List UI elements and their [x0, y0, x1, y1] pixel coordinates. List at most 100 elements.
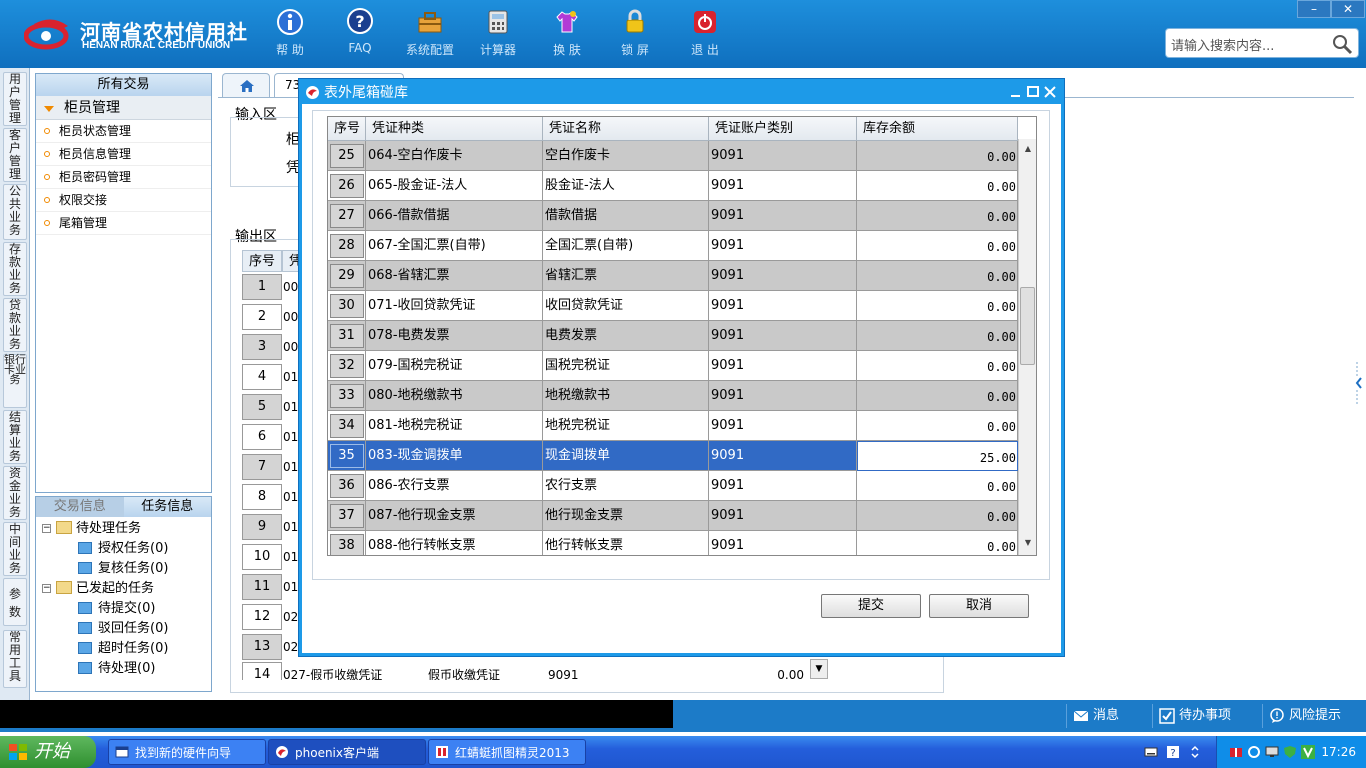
cell-balance[interactable]: 0.00 [857, 381, 1018, 411]
tree-node-auth-tasks[interactable]: 授权任务(0) [78, 539, 168, 559]
help-icon[interactable]: ? [1166, 745, 1180, 759]
cell-balance[interactable]: 0.00 [857, 231, 1018, 261]
table-row[interactable]: 10 [242, 544, 282, 570]
vertical-scrollbar[interactable]: ▲ ▼ [1018, 139, 1036, 555]
menu-item-teller-status[interactable]: 柜员状态管理 [36, 120, 211, 143]
cell-balance[interactable]: 0.00 [857, 261, 1018, 291]
table-row[interactable]: 2 [242, 304, 282, 330]
table-row[interactable]: 28 067-全国汇票(自带) 全国汇票(自带) 9091 0.00 [328, 231, 1018, 261]
tree-node-rejected[interactable]: 驳回任务(0) [78, 619, 168, 639]
table-row[interactable]: 9 [242, 514, 282, 540]
rail-item-common-tools[interactable]: 常用工具 [3, 630, 27, 688]
cell-balance[interactable]: 25.00 [857, 441, 1018, 471]
rail-item-settlement[interactable]: 结算业务 [3, 410, 27, 464]
table-row[interactable]: 26 065-股金证-法人 股金证-法人 9091 0.00 [328, 171, 1018, 201]
search-input[interactable]: 请输入搜索内容... [1165, 28, 1359, 58]
risk-alert-button[interactable]: 风险提示 [1262, 704, 1358, 728]
table-row[interactable]: 32 079-国税完税证 国税完税证 9091 0.00 [328, 351, 1018, 381]
tree-node-initiated[interactable]: − 已发起的任务 [40, 579, 154, 599]
faq-button[interactable]: ? FAQ [328, 8, 392, 60]
menu-group-teller-mgmt[interactable]: 柜员管理 [36, 96, 211, 120]
submit-button[interactable]: 提交 [821, 594, 921, 618]
table-row[interactable]: 27 066-借款借据 借款借据 9091 0.00 [328, 201, 1018, 231]
cell-balance[interactable]: 0.00 [857, 201, 1018, 231]
column-header-voucher-name[interactable]: 凭证名称 [543, 117, 709, 141]
menu-item-permission-handover[interactable]: 权限交接 [36, 189, 211, 212]
minimize-button[interactable]: – [1297, 0, 1331, 18]
table-row[interactable]: 37 087-他行现金支票 他行现金支票 9091 0.00 [328, 501, 1018, 531]
cancel-button[interactable]: 取消 [929, 594, 1029, 618]
rail-item-public-business[interactable]: 公共业务 [3, 184, 27, 240]
menu-item-teller-password[interactable]: 柜员密码管理 [36, 166, 211, 189]
collapse-panel-icon[interactable] [1355, 362, 1363, 404]
table-row[interactable]: 33 080-地税缴款书 地税缴款书 9091 0.00 [328, 381, 1018, 411]
rail-item-intermediary[interactable]: 中间业务 [3, 522, 27, 576]
cell-balance[interactable]: 0.00 [857, 351, 1018, 381]
start-button[interactable]: 开始 [0, 736, 96, 768]
table-row[interactable]: 13 [242, 634, 282, 660]
table-row[interactable]: 1 [242, 274, 282, 300]
column-header-balance[interactable]: 库存余额 [857, 117, 1018, 141]
menu-item-teller-info[interactable]: 柜员信息管理 [36, 143, 211, 166]
table-row[interactable]: 7 [242, 454, 282, 480]
table-row[interactable]: 3 [242, 334, 282, 360]
tab-home[interactable] [222, 73, 270, 97]
table-row[interactable]: 4 [242, 364, 282, 390]
table-row[interactable]: 38 088-他行转帐支票 他行转帐支票 9091 0.00 [328, 531, 1018, 555]
shield-icon[interactable] [1283, 745, 1297, 759]
table-row[interactable]: 30 071-收回贷款凭证 收回贷款凭证 9091 0.00 [328, 291, 1018, 321]
rail-item-funds[interactable]: 资金业务 [3, 466, 27, 520]
chevron-icon[interactable] [1188, 745, 1202, 759]
table-row[interactable]: 12 [242, 604, 282, 630]
cell-balance[interactable]: 0.00 [857, 531, 1018, 555]
tree-node-to-process[interactable]: 待处理(0) [78, 659, 155, 679]
tree-node-timeout[interactable]: 超时任务(0) [78, 639, 168, 659]
tree-node-to-submit[interactable]: 待提交(0) [78, 599, 155, 619]
keyboard-icon[interactable] [1144, 745, 1158, 759]
cell-balance[interactable]: 0.00 [857, 141, 1018, 171]
calculator-button[interactable]: 计算器 [466, 8, 530, 60]
close-button[interactable]: ✕ [1331, 0, 1365, 18]
system-config-button[interactable]: 系统配置 [398, 8, 462, 60]
network-icon[interactable] [1229, 745, 1243, 759]
messages-button[interactable]: 消息 [1066, 704, 1150, 728]
cell-balance[interactable]: 0.00 [857, 411, 1018, 441]
clock[interactable]: 17:26 [1321, 736, 1356, 768]
rail-item-user-mgmt[interactable]: 用户管理 [3, 72, 27, 126]
rail-item-loan[interactable]: 贷款业务 [3, 298, 27, 352]
table-row[interactable]: 31 078-电费发票 电费发票 9091 0.00 [328, 321, 1018, 351]
scroll-thumb[interactable] [1020, 287, 1035, 365]
tree-node-pending[interactable]: − 待处理任务 [40, 519, 141, 539]
scroll-down-icon[interactable]: ▼ [1020, 535, 1036, 551]
v-app-icon[interactable] [1301, 745, 1315, 759]
todo-button[interactable]: 待办事项 [1152, 704, 1252, 728]
collapse-icon[interactable]: − [42, 584, 51, 593]
table-row[interactable]: 34 081-地税完税证 地税完税证 9091 0.00 [328, 411, 1018, 441]
collapse-icon[interactable]: − [42, 524, 51, 533]
help-button[interactable]: 帮 助 [258, 8, 322, 60]
tab-task-info[interactable]: 任务信息 [123, 497, 211, 517]
taskbar-item-phoenix-client[interactable]: phoenix客户端 [268, 739, 426, 765]
table-row[interactable]: 25 064-空白作废卡 空白作废卡 9091 0.00 [328, 141, 1018, 171]
rail-item-bank-card[interactable]: 银行卡业务 [3, 354, 27, 408]
rail-item-deposit[interactable]: 存款业务 [3, 242, 27, 296]
rail-item-parameters[interactable]: 参数 [3, 578, 27, 626]
close-icon[interactable] [1042, 84, 1058, 100]
monitor-icon[interactable] [1265, 745, 1279, 759]
table-row[interactable]: 11 [242, 574, 282, 600]
column-header-voucher-type[interactable]: 凭证种类 [366, 117, 543, 141]
minimize-icon[interactable] [1008, 84, 1024, 100]
table-row[interactable]: 5 [242, 394, 282, 420]
tab-transaction-info[interactable]: 交易信息 [36, 497, 124, 517]
rail-item-customer-mgmt[interactable]: 客户管理 [3, 128, 27, 182]
cell-balance[interactable]: 0.00 [857, 321, 1018, 351]
table-row[interactable]: 29 068-省辖汇票 省辖汇票 9091 0.00 [328, 261, 1018, 291]
table-row[interactable]: 14 [242, 662, 282, 680]
column-header-account-type[interactable]: 凭证账户类别 [709, 117, 857, 141]
refresh-icon[interactable] [1247, 745, 1261, 759]
taskbar-item-hardware-wizard[interactable]: 找到新的硬件向导 [108, 739, 266, 765]
cell-balance[interactable]: 0.00 [857, 501, 1018, 531]
cell-balance[interactable]: 0.00 [857, 471, 1018, 501]
column-header-no[interactable]: 序号 [328, 117, 366, 141]
scroll-up-icon[interactable]: ▲ [1020, 141, 1036, 157]
